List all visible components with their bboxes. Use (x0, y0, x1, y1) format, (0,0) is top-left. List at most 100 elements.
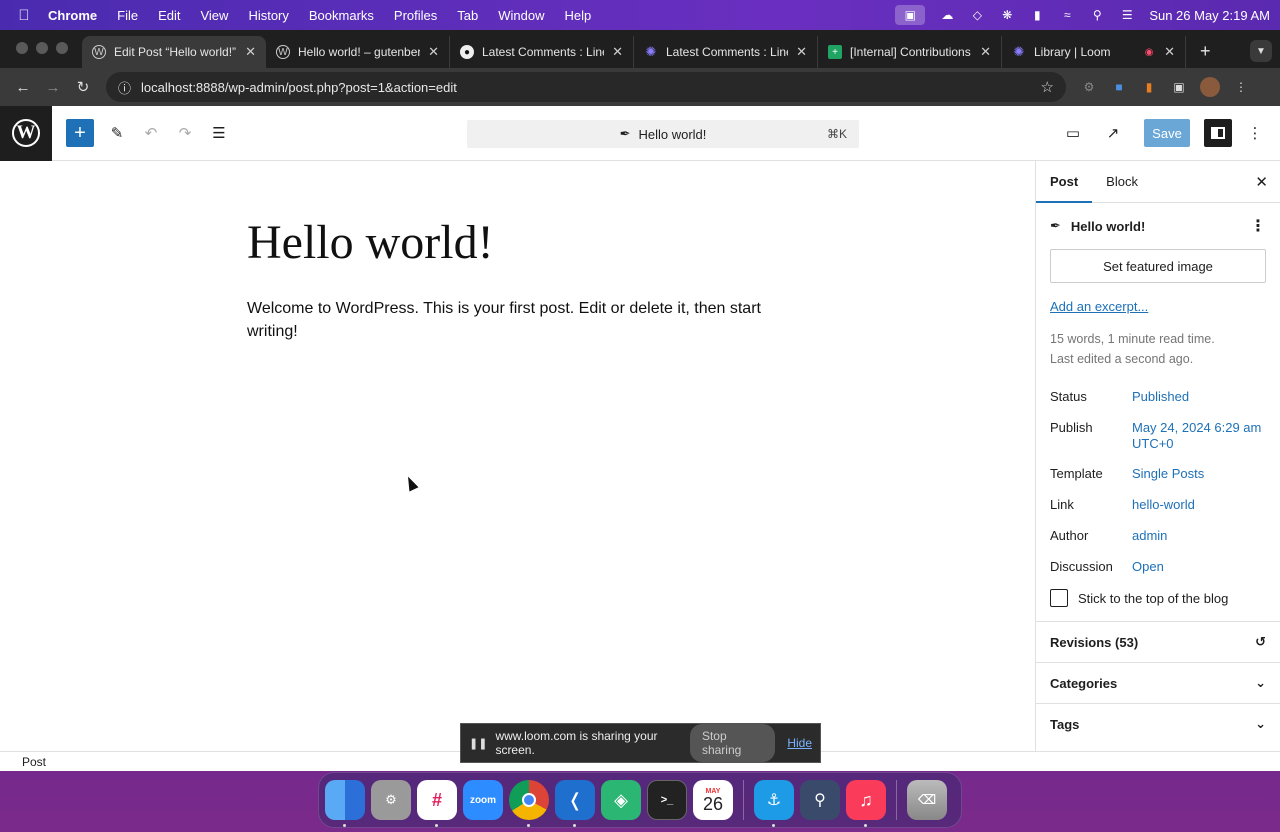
terminal-icon[interactable]: >_ (647, 780, 687, 820)
preview-desktop-icon[interactable]: ▭ (1056, 116, 1090, 150)
music-icon[interactable]: ♫ (846, 780, 886, 827)
menu-view[interactable]: View (190, 8, 238, 23)
stop-sharing-button[interactable]: Stop sharing (689, 724, 776, 762)
extensions-puzzle-icon[interactable]: ▣ (1170, 78, 1188, 96)
minimize-window-button[interactable] (36, 42, 48, 54)
breadcrumb-post[interactable]: Post (22, 755, 46, 769)
categories-panel[interactable]: Categories ⌄ (1036, 662, 1280, 703)
browser-tab-gutenberg[interactable]: W Hello world! – gutenberg ✕ (266, 36, 450, 68)
add-excerpt-link[interactable]: Add an excerpt... (1050, 299, 1266, 314)
hide-sharing-bar-link[interactable]: Hide (787, 736, 812, 750)
redo-icon[interactable]: ↷ (168, 116, 202, 150)
trash-icon[interactable]: ⌫ (907, 780, 947, 820)
sticky-label: Stick to the top of the blog (1078, 590, 1229, 606)
browser-tab-contributions[interactable]: + [Internal] Contributions ✕ (818, 36, 1002, 68)
sticky-checkbox[interactable] (1050, 589, 1068, 607)
browser-tab-edit-post[interactable]: W Edit Post “Hello world!” ‹ ✕ (82, 36, 266, 68)
options-kebab-icon[interactable]: ⋮ (1238, 116, 1272, 150)
screen-share-icon[interactable]: ▣ (895, 5, 926, 25)
tags-panel[interactable]: Tags ⌄ (1036, 703, 1280, 744)
status-value-button[interactable]: Published (1132, 389, 1266, 405)
post-title[interactable]: Hello world! (247, 215, 494, 270)
close-tab-icon[interactable]: ✕ (428, 44, 439, 60)
system-settings-icon[interactable]: ⚙ (371, 780, 411, 820)
docker-icon[interactable]: ⚓ (754, 780, 794, 827)
profile-avatar[interactable] (1200, 77, 1220, 97)
menubar-clock[interactable]: Sun 26 May 2:19 AM (1149, 8, 1270, 23)
back-arrow-icon[interactable]: ← (8, 73, 38, 101)
menu-bookmarks[interactable]: Bookmarks (299, 8, 384, 23)
document-overview-icon[interactable]: ☰ (202, 116, 236, 150)
menu-profiles[interactable]: Profiles (384, 8, 447, 23)
spotlight-search-icon[interactable]: ⚲ (1089, 8, 1105, 22)
revisions-panel[interactable]: Revisions (53) ↺ (1036, 621, 1280, 662)
menu-edit[interactable]: Edit (148, 8, 190, 23)
set-featured-image-button[interactable]: Set featured image (1050, 249, 1266, 283)
apple-icon[interactable]:  (10, 7, 38, 24)
tab-post[interactable]: Post (1036, 161, 1093, 203)
menu-history[interactable]: History (238, 8, 298, 23)
tab-title: Edit Post “Hello world!” ‹ (114, 45, 238, 59)
running-indicator (573, 824, 576, 827)
vscode-icon[interactable]: ❬ (555, 780, 595, 827)
reload-icon[interactable]: ↻ (68, 73, 98, 101)
close-window-button[interactable] (16, 42, 28, 54)
new-tab-button[interactable]: + (1186, 41, 1223, 68)
calendar-icon[interactable]: MAY 26 (693, 780, 733, 820)
editor-canvas[interactable]: Hello world! Welcome to WordPress. This … (0, 161, 1035, 751)
zoom-window-button[interactable] (56, 42, 68, 54)
settings-sidebar-toggle[interactable] (1204, 119, 1232, 147)
browser-tab-comments[interactable]: ✺ Latest Comments : Line ✕ (634, 36, 818, 68)
weather-icon[interactable]: ☁ (939, 8, 955, 22)
paragraph-block[interactable]: Welcome to WordPress. This is your first… (247, 297, 767, 343)
close-tab-icon[interactable]: ✕ (796, 44, 807, 60)
loom-status-icon[interactable]: ❋ (999, 8, 1015, 22)
control-center-icon[interactable]: ☰ (1119, 8, 1135, 22)
slack-icon[interactable]: # (417, 780, 457, 827)
browser-tab-github[interactable]: ● Latest Comments : Line ✕ (450, 36, 634, 68)
github-icon: ● (460, 45, 474, 59)
block-inserter-button[interactable]: + (66, 119, 94, 147)
network-app-icon[interactable]: ◈ (601, 780, 641, 820)
zoom-app-icon[interactable]: zoom (463, 780, 503, 820)
quicktime-icon[interactable]: ⚲ (800, 780, 840, 820)
chrome-app-icon[interactable] (509, 780, 549, 827)
close-tab-icon[interactable]: ✕ (980, 44, 991, 60)
layers-icon[interactable]: ◇ (969, 8, 985, 22)
forward-arrow-icon[interactable]: → (38, 73, 68, 101)
extension-docs-icon[interactable]: ■ (1110, 78, 1128, 96)
close-tab-icon[interactable]: ✕ (1164, 44, 1175, 60)
wordpress-logo[interactable]: W (0, 105, 52, 161)
author-value-button[interactable]: admin (1132, 528, 1266, 544)
finder-icon[interactable] (325, 780, 365, 827)
menu-help[interactable]: Help (555, 8, 602, 23)
tab-block[interactable]: Block (1092, 161, 1152, 202)
permalink-button[interactable]: hello-world (1132, 497, 1266, 513)
undo-icon[interactable]: ↶ (134, 116, 168, 150)
browser-tab-loom[interactable]: ✺ Library | Loom ◉ ✕ (1002, 36, 1186, 68)
menu-tab[interactable]: Tab (447, 8, 488, 23)
extension-gear-icon[interactable]: ⚙ (1080, 78, 1098, 96)
publish-date-button[interactable]: May 24, 2024 6:29 am UTC+0 (1132, 420, 1266, 452)
menu-file[interactable]: File (107, 8, 148, 23)
battery-icon[interactable]: ▮ (1029, 8, 1045, 22)
menu-app-chrome[interactable]: Chrome (38, 8, 107, 23)
chrome-menu-icon[interactable]: ⋮ (1232, 78, 1250, 96)
post-actions-kebab-icon[interactable]: ⋮ (1250, 216, 1266, 236)
close-tab-icon[interactable]: ✕ (612, 44, 623, 60)
command-palette-bar[interactable]: ✒ Hello world! ⌘K (467, 120, 859, 148)
close-tab-icon[interactable]: ✕ (245, 44, 256, 60)
discussion-value-button[interactable]: Open (1132, 559, 1266, 575)
template-value-button[interactable]: Single Posts (1132, 466, 1266, 482)
close-sidebar-icon[interactable]: ✕ (1255, 173, 1268, 191)
tab-search-icon[interactable]: ▼ (1250, 40, 1272, 62)
wifi-icon[interactable]: ≈ (1059, 8, 1075, 22)
extension-bookmark-icon[interactable]: ▮ (1140, 78, 1158, 96)
view-post-external-icon[interactable]: ↗ (1096, 116, 1130, 150)
pencil-icon[interactable]: ✎ (100, 116, 134, 150)
address-bar[interactable]: ⓘ localhost:8888/wp-admin/post.php?post=… (106, 72, 1066, 102)
bookmark-star-icon[interactable]: ☆ (1041, 78, 1054, 96)
save-button[interactable]: Save (1144, 119, 1190, 147)
site-info-icon[interactable]: ⓘ (118, 78, 131, 97)
menu-window[interactable]: Window (488, 8, 554, 23)
